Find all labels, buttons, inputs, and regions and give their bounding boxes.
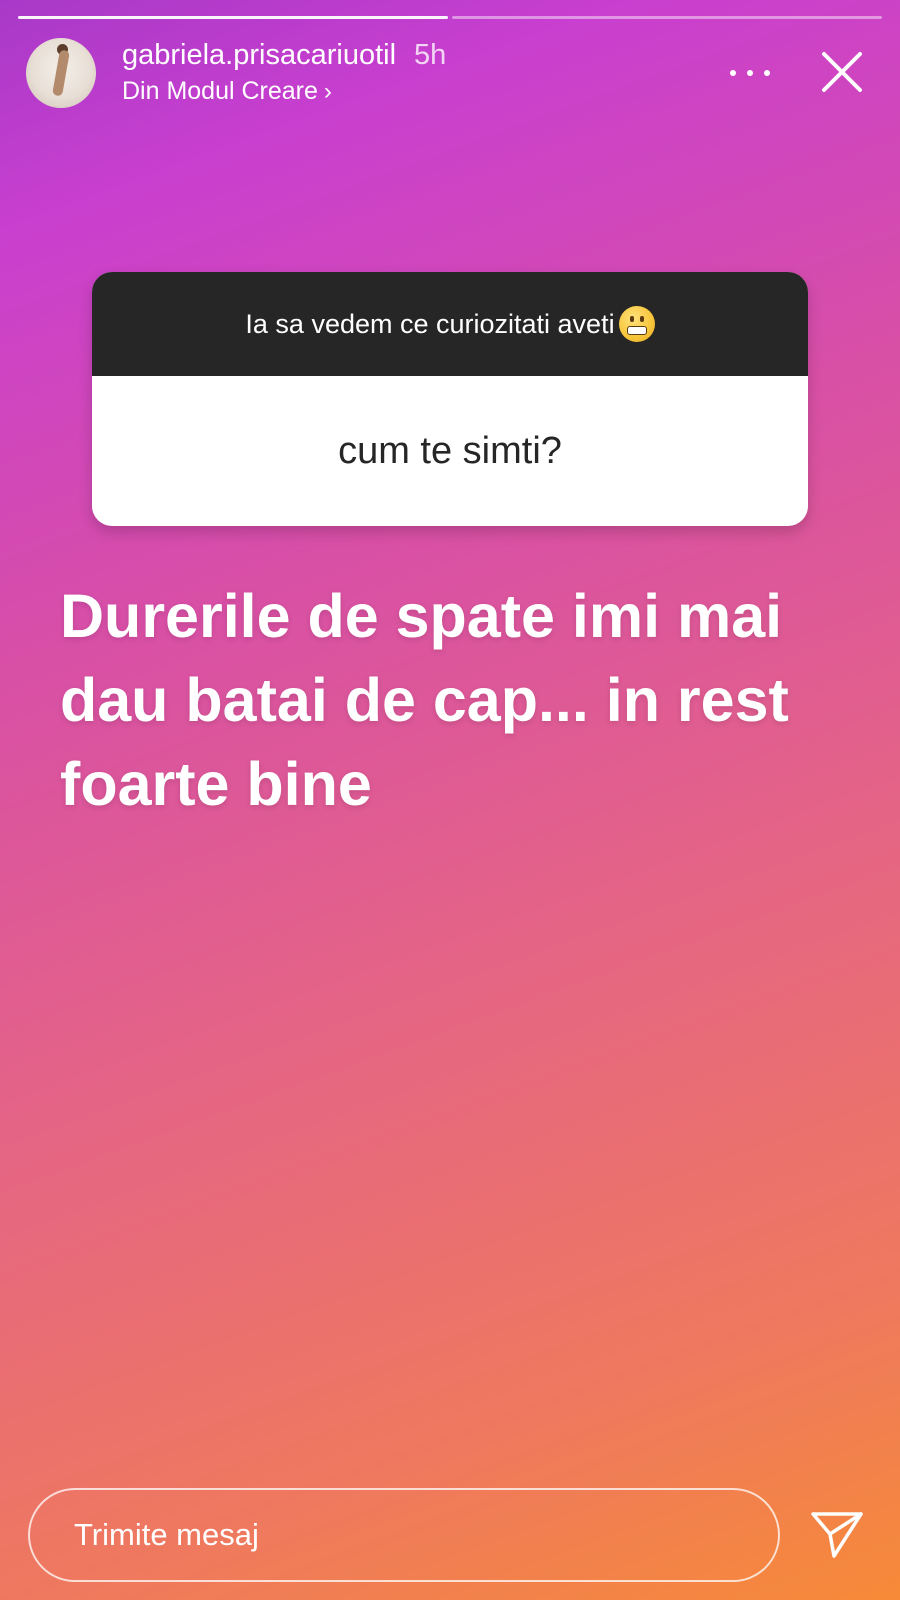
more-icon[interactable]	[730, 58, 770, 88]
avatar[interactable]	[26, 38, 96, 108]
question-sticker-header: Ia sa vedem ce curiozitati aveti	[92, 272, 808, 376]
send-message-placeholder: Trimite mesaj	[74, 1517, 259, 1552]
create-mode-link[interactable]: Din Modul Creare ›	[122, 76, 446, 107]
story-meta: gabriela.prisacariuotil 5h Din Modul Crea…	[122, 38, 446, 107]
progress-segment-pending	[452, 16, 882, 19]
grimacing-face-emoji-icon	[618, 306, 655, 342]
username[interactable]: gabriela.prisacariuotil	[122, 39, 396, 71]
progress-segment-done	[18, 16, 448, 19]
post-time: 5h	[414, 39, 447, 71]
question-sticker[interactable]: Ia sa vedem ce curiozitati aveti cum te …	[92, 272, 808, 526]
story-reply-text: Durerile de spate imi mai dau batai de c…	[60, 582, 789, 818]
avatar-photo-detail	[52, 49, 70, 97]
chevron-right-icon: ›	[323, 78, 332, 105]
story-header: gabriela.prisacariuotil 5h Din Modul Crea…	[26, 38, 876, 110]
create-mode-label: Din Modul Creare	[122, 77, 318, 105]
question-answer: cum te simti?	[338, 429, 562, 472]
story-view[interactable]: gabriela.prisacariuotil 5h Din Modul Crea…	[0, 0, 900, 1600]
close-icon[interactable]	[818, 48, 866, 96]
story-progress-bar	[18, 16, 882, 22]
send-icon[interactable]	[810, 1510, 864, 1560]
send-message-input[interactable]: Trimite mesaj	[28, 1488, 780, 1582]
question-prompt: Ia sa vedem ce curiozitati aveti	[245, 308, 615, 339]
